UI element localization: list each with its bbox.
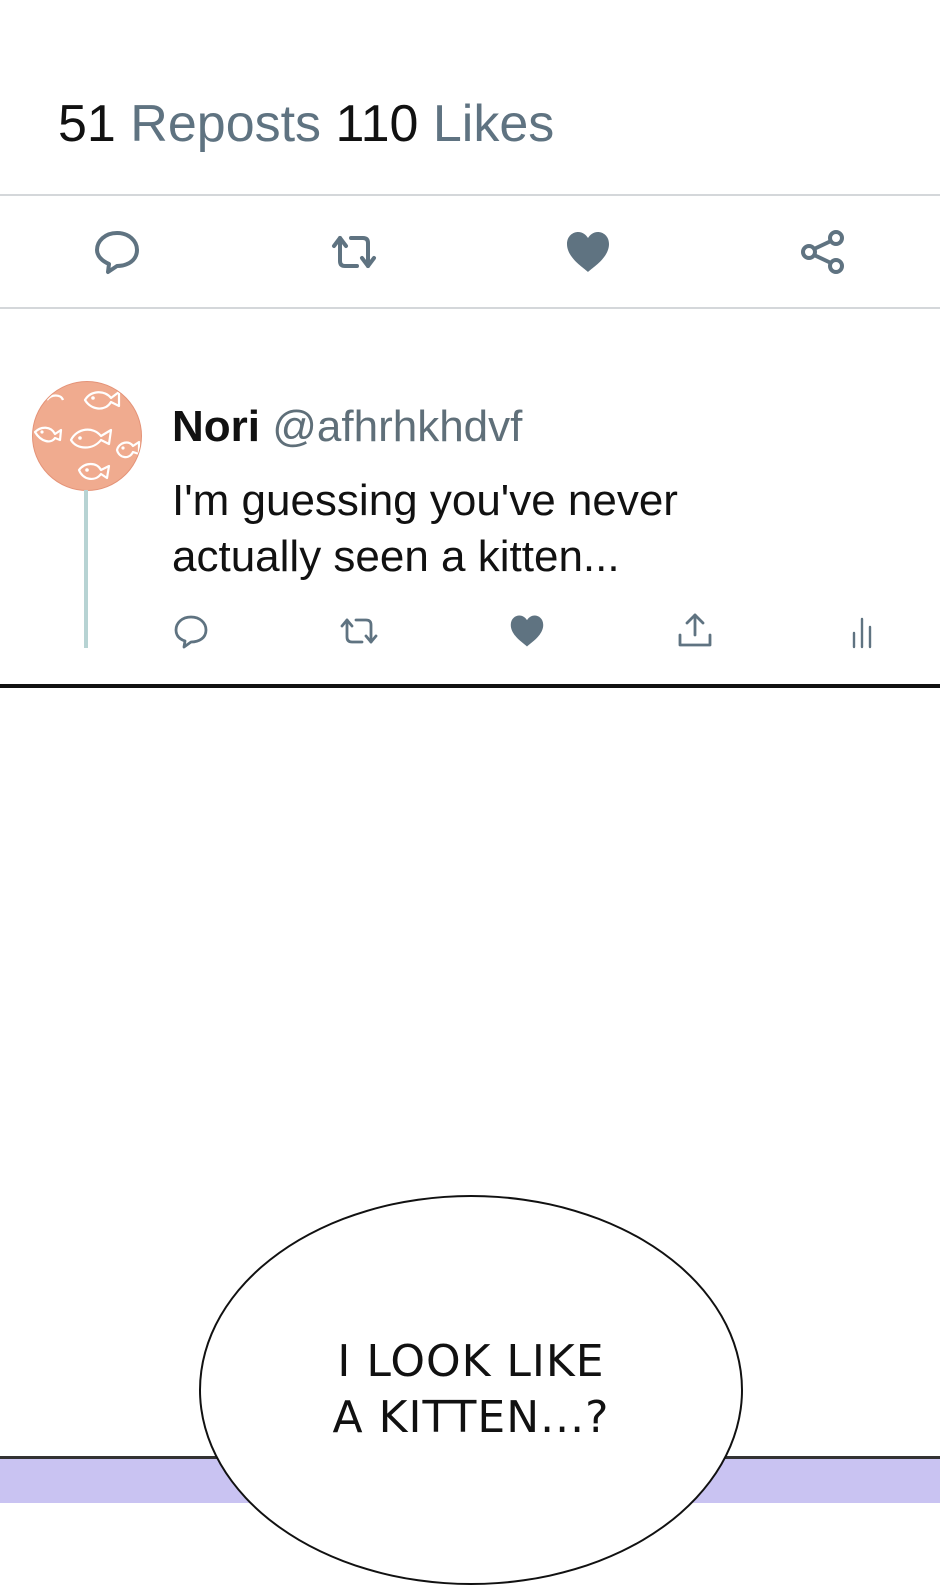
reply-icon[interactable] — [94, 229, 140, 275]
thread-line — [84, 490, 88, 648]
like-icon[interactable] — [508, 614, 546, 648]
author-name[interactable]: Nori — [172, 402, 260, 451]
speech-bubble-text: I LOOK LIKE A KITTEN...? — [199, 1334, 743, 1446]
likes-link[interactable]: Likes — [433, 95, 554, 153]
likes-count: 110 — [335, 95, 419, 153]
speech-line-1: I LOOK LIKE — [337, 1336, 605, 1387]
comic-panel-border — [0, 684, 940, 688]
upload-icon[interactable] — [676, 611, 714, 649]
divider-bottom — [0, 307, 940, 309]
repost-icon[interactable] — [338, 615, 380, 647]
avatar[interactable] — [32, 381, 142, 491]
author-handle[interactable]: @afhrhkhdvf — [272, 402, 522, 451]
reply-icon[interactable] — [173, 614, 209, 650]
divider-top — [0, 194, 940, 196]
reply-text: I'm guessing you've never actually seen … — [172, 476, 678, 581]
reply-author[interactable]: Nori @afhrhkhdvf — [172, 405, 522, 449]
engagement-stats: 51 Reposts 110 Likes — [58, 98, 554, 150]
reposts-link[interactable]: Reposts — [130, 95, 321, 153]
speech-line-2: A KITTEN...? — [332, 1392, 610, 1443]
reposts-count: 51 — [58, 95, 116, 153]
share-icon[interactable] — [800, 229, 846, 275]
analytics-icon[interactable] — [850, 615, 878, 649]
like-icon[interactable] — [565, 230, 611, 274]
repost-icon[interactable] — [329, 231, 379, 273]
fish-pattern-icon — [33, 390, 141, 480]
